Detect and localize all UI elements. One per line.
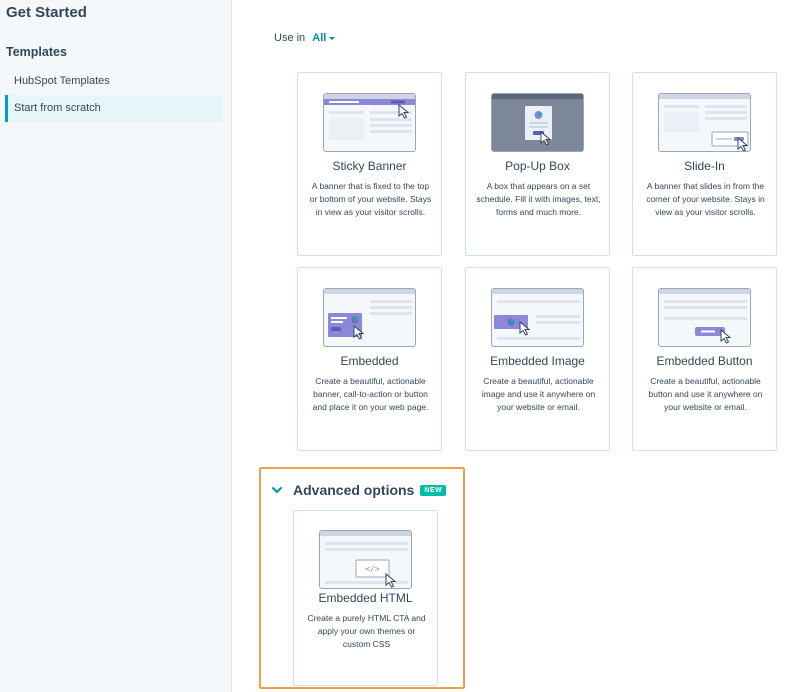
card-name: Embedded [340,354,399,368]
sidebar: Get Started Templates HubSpot Templates … [0,0,232,692]
embedded-html-illustration: </> [319,530,412,589]
sidebar-item-start-from-scratch[interactable]: Start from scratch [5,95,222,122]
pop-up-box-illustration [491,93,584,152]
template-card-pop-up-box[interactable]: Pop-Up Box A box that appears on a set s… [465,72,610,256]
template-card-embedded-image[interactable]: Embedded Image Create a beautiful, actio… [465,267,610,451]
sidebar-item-hubspot-templates[interactable]: HubSpot Templates [5,68,222,95]
card-description: A banner that is fixed to the top or bot… [309,181,432,217]
use-in-label: Use in [274,32,306,44]
card-name: Sticky Banner [332,159,407,173]
chevron-down-icon[interactable] [271,484,283,496]
card-name: Pop-Up Box [505,159,570,173]
card-name: Embedded HTML [318,591,413,605]
slide-in-illustration [658,93,751,152]
card-description: Create a purely HTML CTA and apply your … [307,613,426,649]
card-name: Slide-In [684,159,725,173]
card-name: Embedded Button [656,354,753,368]
advanced-options-header[interactable]: Advanced options NEW [271,480,447,500]
sidebar-title: Get Started [6,4,87,21]
advanced-options-title: Advanced options [293,482,415,498]
template-card-embedded-button[interactable]: Embedded Button Create a beautiful, acti… [632,267,777,451]
sidebar-section-heading: Templates [6,45,67,59]
card-name: Embedded Image [490,354,585,368]
card-description: Create a beautiful, actionable button an… [648,376,763,412]
caret-down-icon [329,36,336,40]
code-glyph: </> [365,565,380,574]
new-badge: NEW [420,484,447,496]
card-description: A banner that slides in from the corner … [646,181,765,217]
embedded-illustration [323,288,416,347]
use-in-filter: Use in All [274,32,336,44]
template-card-sticky-banner[interactable]: Sticky Banner A banner that is fixed to … [297,72,442,256]
use-in-value: All [312,32,327,44]
card-description: Create a beautiful, actionable image and… [481,376,596,412]
template-card-embedded[interactable]: Embedded Create a beautiful, actionable … [297,267,442,451]
template-card-slide-in[interactable]: Slide-In A banner that slides in from th… [632,72,777,256]
template-card-embedded-html[interactable]: </> Embedded HTML Create a purely HTML C… [293,510,438,686]
card-description: Create a beautiful, actionable banner, c… [312,376,429,412]
sticky-banner-illustration [323,93,416,152]
embedded-image-illustration [491,288,584,347]
embedded-button-illustration [658,288,751,347]
card-description: A box that appears on a set schedule. Fi… [476,181,601,217]
use-in-dropdown[interactable]: All [312,32,336,44]
